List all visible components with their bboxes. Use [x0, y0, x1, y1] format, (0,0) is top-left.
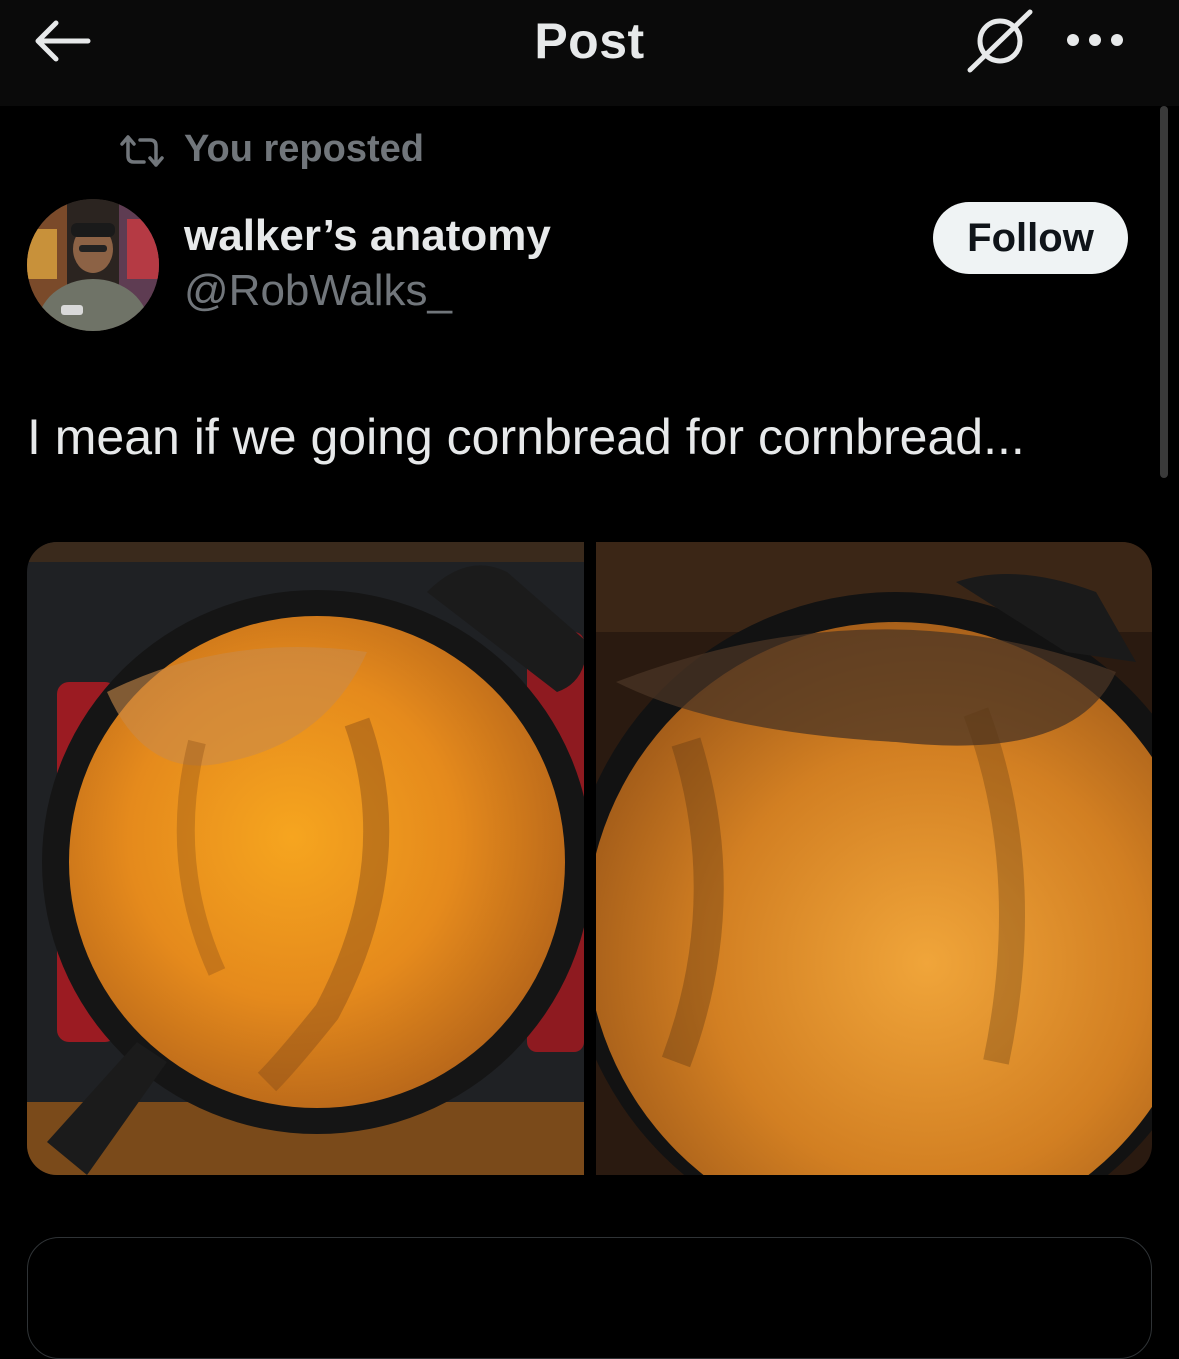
author-handle[interactable]: @RobWalks_ [184, 266, 452, 316]
author-display-name[interactable]: walker’s anatomy [184, 211, 551, 261]
media-photo-1[interactable] [27, 542, 584, 1175]
repost-icon [120, 135, 164, 167]
more-options-button[interactable] [1064, 30, 1126, 50]
avatar-image [27, 199, 159, 331]
more-horizontal-icon [1067, 34, 1123, 46]
follow-button[interactable]: Follow [933, 202, 1128, 274]
top-bar: Post [0, 0, 1179, 106]
media-photo-2[interactable] [596, 542, 1152, 1175]
cornbread-skillet-photo-2 [596, 542, 1152, 1175]
post-text: I mean if we going cornbread for cornbre… [27, 409, 1025, 465]
cornbread-skillet-photo-1 [27, 542, 584, 1175]
grok-icon [967, 9, 1033, 73]
quoted-post-card[interactable] [27, 1237, 1152, 1359]
scrollbar[interactable] [1160, 106, 1168, 478]
grok-button[interactable] [964, 8, 1036, 74]
avatar[interactable] [27, 199, 159, 331]
repost-label: You reposted [184, 128, 424, 170]
